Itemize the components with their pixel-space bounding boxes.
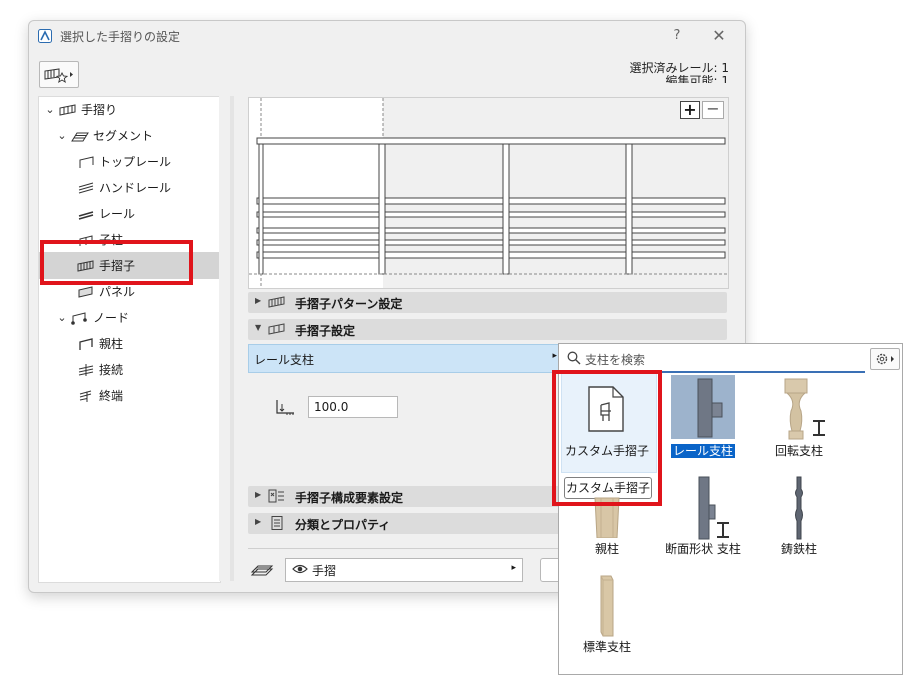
item-label: 標準支柱 — [582, 640, 631, 654]
divider — [248, 548, 578, 549]
section-label: 分類とプロパティ — [295, 518, 391, 532]
tree-item[interactable]: 接続 — [39, 358, 220, 382]
tree-item-label: トップレール — [99, 155, 172, 169]
rail-icon — [78, 211, 94, 220]
baluster-pattern-icon — [268, 296, 285, 308]
top-rail-icon — [79, 156, 94, 168]
selection-info: 選択済みレール: 1 編集可能: 1 — [629, 61, 730, 84]
dimension-icon — [276, 400, 294, 415]
baluster-dimension-input[interactable]: 100.0 — [308, 396, 398, 418]
chevron-down-icon[interactable]: ⌄ — [44, 98, 56, 122]
tree-item[interactable]: 終端 — [39, 384, 220, 408]
layer-dropdown[interactable]: 手摺 ▸ — [285, 558, 523, 582]
tree-item[interactable]: ハンドレール — [39, 176, 220, 200]
standard-post-icon[interactable] — [597, 574, 617, 638]
settings-tree: ⌄ 手摺り ⌄ セグメント トップレール ハンドレール レール 子柱 手摺子 パネル ⌄ ノード 親柱接… — [38, 96, 221, 583]
turned-post-icon[interactable] — [773, 377, 833, 441]
search-icon — [567, 351, 581, 365]
zoom-in-button[interactable]: + — [680, 101, 700, 119]
tree-item[interactable]: ⌄ 手摺り — [39, 98, 220, 122]
zoom-out-button[interactable]: − — [702, 101, 724, 119]
chevron-right-icon: ▸ — [552, 351, 557, 361]
archicad-logo-icon — [38, 29, 52, 43]
search-field[interactable]: 支柱を検索 — [559, 344, 865, 373]
tree-item-label: セグメント — [93, 129, 154, 143]
cast-iron-post-icon[interactable] — [789, 475, 809, 541]
node-icon — [71, 312, 87, 325]
section-pattern-settings[interactable]: ▶ 手摺子パターン設定 — [248, 292, 727, 313]
item-label: 親柱 — [594, 542, 619, 556]
item-label: 鋳鉄柱 — [780, 542, 817, 556]
component-settings-icon — [268, 489, 284, 503]
expand-triangle-icon: ▶ — [255, 296, 262, 305]
tree-item-label: 親柱 — [99, 337, 124, 351]
baluster-type-label: レール支柱 — [254, 353, 315, 367]
tree-item[interactable]: 親柱 — [39, 332, 220, 356]
favorites-button[interactable] — [39, 61, 79, 88]
post-icon — [79, 338, 93, 350]
chevron-right-icon: ▸ — [511, 563, 516, 573]
profile-post-icon[interactable] — [685, 475, 735, 541]
section-label: 手摺子パターン設定 — [295, 297, 403, 311]
layer-name: 手摺 — [312, 564, 337, 578]
baluster-settings-icon — [268, 323, 285, 335]
highlight-custom-baluster — [552, 370, 662, 506]
help-button[interactable]: ? — [667, 26, 687, 46]
section-baluster-settings[interactable]: ▼ 手摺子設定 — [248, 319, 727, 340]
layer-icon — [250, 565, 274, 576]
popup-settings-button[interactable] — [870, 348, 900, 370]
tree-item-label: ハンドレール — [99, 181, 172, 195]
tree-item[interactable]: トップレール — [39, 150, 220, 174]
railing-preview-drawing — [249, 98, 728, 288]
highlight-baluster-tree-item — [40, 240, 193, 285]
tree-item[interactable]: レール — [39, 202, 220, 226]
close-button[interactable]: ✕ — [709, 26, 729, 46]
item-label: レール支柱 — [670, 444, 735, 458]
tree-item[interactable]: ⌄ ノード — [39, 306, 220, 330]
dimension-value: 100.0 — [314, 400, 349, 414]
item-label: 断面形状 支柱 — [665, 542, 741, 556]
baluster-type-selector[interactable]: レール支柱 ▸ — [248, 344, 562, 373]
tree-item-label: 手摺り — [81, 103, 118, 117]
railing-preview — [248, 97, 729, 289]
tree-scrollbar[interactable] — [219, 96, 229, 581]
title-bar[interactable]: 選択した手摺りの設定 ? ✕ — [29, 21, 745, 51]
collapse-triangle-icon: ▼ — [255, 323, 262, 332]
document-list-icon — [271, 516, 283, 530]
section-label: 手摺子設定 — [295, 324, 356, 338]
favorites-star-icon — [44, 68, 73, 83]
tree-item-label: レール — [99, 207, 136, 221]
search-placeholder: 支柱を検索 — [585, 353, 646, 367]
editable-count: 編集可能: 1 — [665, 75, 730, 83]
tree-item-label: ノード — [93, 311, 130, 325]
tree-item-label: 終端 — [99, 389, 124, 403]
item-label: 回転支柱 — [774, 444, 823, 458]
chevron-down-icon[interactable]: ⌄ — [56, 124, 68, 148]
handrail-icon — [78, 182, 94, 194]
window-title: 選択した手摺りの設定 — [60, 30, 181, 44]
section-label: 手摺子構成要素設定 — [295, 491, 404, 505]
panel-icon — [78, 286, 93, 298]
gear-icon — [876, 353, 894, 365]
segment-icon — [71, 132, 89, 142]
selected-count: 選択済みレール: 1 — [629, 61, 730, 75]
tree-item[interactable]: ⌄ セグメント — [39, 124, 220, 148]
eye-icon — [292, 564, 308, 574]
tree-item-label: 接続 — [99, 363, 124, 377]
end-icon — [79, 390, 92, 402]
expand-triangle-icon: ▶ — [255, 490, 262, 499]
panel-splitter[interactable] — [230, 96, 234, 581]
railing-icon — [59, 104, 76, 116]
expand-triangle-icon: ▶ — [255, 517, 262, 526]
rail-post-icon[interactable] — [671, 375, 735, 439]
chevron-down-icon[interactable]: ⌄ — [56, 306, 68, 330]
connection-icon — [78, 364, 94, 376]
